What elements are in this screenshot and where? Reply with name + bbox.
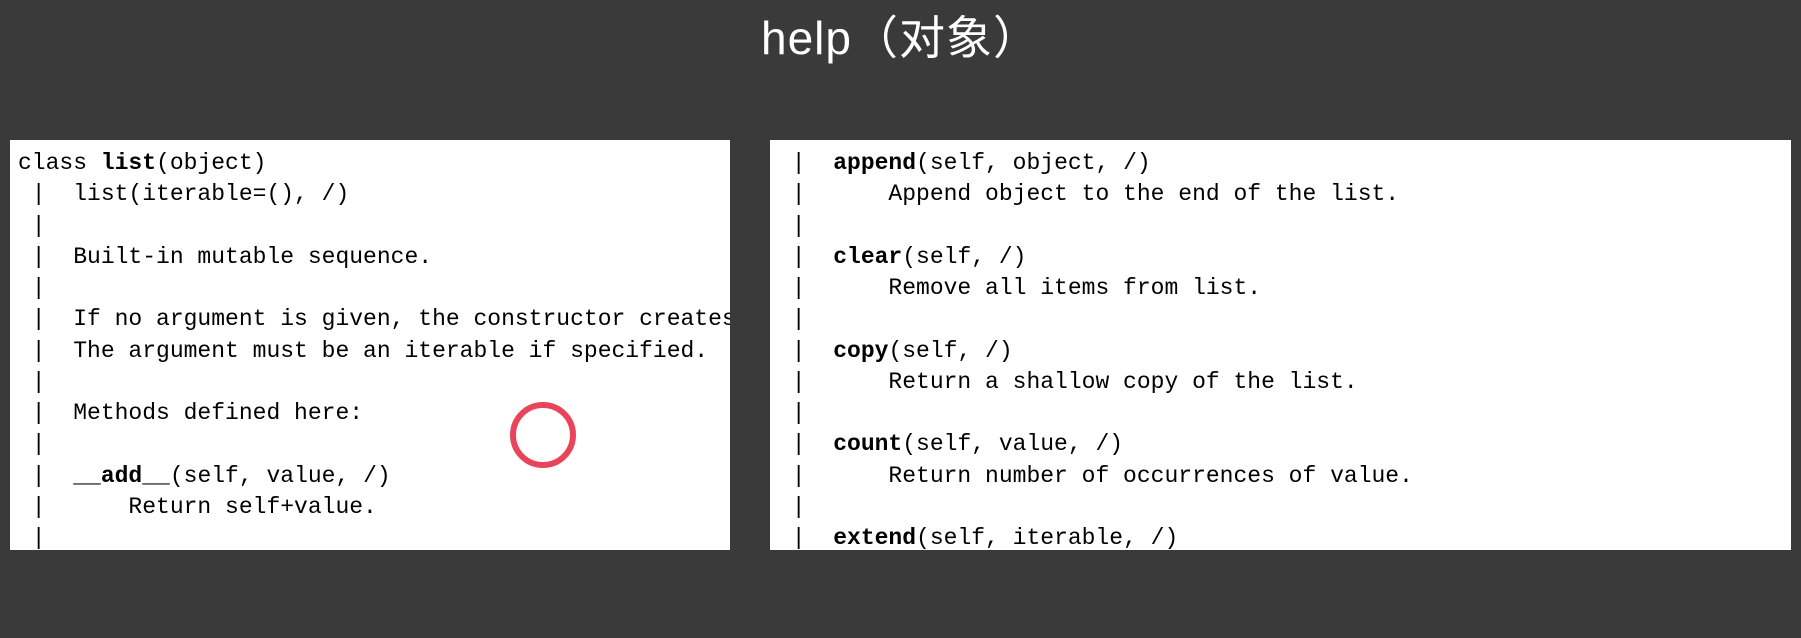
code-line: | bbox=[18, 275, 46, 301]
code-line: (self, value, /) bbox=[902, 431, 1123, 457]
slide-title: help（对象） bbox=[0, 0, 1801, 68]
code-line: | bbox=[778, 213, 806, 239]
code-line: (self, /) bbox=[902, 244, 1026, 270]
code-line: (self, object, /) bbox=[916, 150, 1151, 176]
code-line: | bbox=[778, 431, 833, 457]
code-line: | Return a shallow copy of the list. bbox=[778, 369, 1358, 395]
code-line: | Remove all items from list. bbox=[778, 275, 1261, 301]
code-keyword: list bbox=[101, 150, 156, 176]
code-line: | bbox=[18, 431, 46, 457]
code-line: (self, iterable, /) bbox=[916, 525, 1178, 550]
code-line: (self, value, /) bbox=[170, 463, 391, 489]
code-method: copy bbox=[833, 338, 888, 364]
code-line: | list(iterable=(), /) bbox=[18, 181, 349, 207]
code-line: | bbox=[778, 494, 806, 520]
code-line: | bbox=[778, 306, 806, 332]
code-line: (object) bbox=[156, 150, 266, 176]
code-line: | bbox=[18, 213, 46, 239]
code-line: | bbox=[778, 338, 833, 364]
help-output-left: class list(object) | list(iterable=(), /… bbox=[10, 140, 730, 550]
code-line: | bbox=[18, 463, 73, 489]
code-line: | bbox=[778, 400, 806, 426]
code-line: | Return self+value. bbox=[18, 494, 377, 520]
code-line: | bbox=[778, 150, 833, 176]
code-line: | Return number of occurrences of value. bbox=[778, 463, 1413, 489]
code-line: class bbox=[18, 150, 101, 176]
code-line: | bbox=[18, 525, 46, 550]
code-method: count bbox=[833, 431, 902, 457]
code-line: | bbox=[18, 369, 46, 395]
code-line: | Methods defined here: bbox=[18, 400, 363, 426]
code-line: | bbox=[778, 244, 833, 270]
code-line: | Built-in mutable sequence. bbox=[18, 244, 432, 270]
panels-container: class list(object) | list(iterable=(), /… bbox=[0, 140, 1801, 550]
code-line: (self, /) bbox=[888, 338, 1012, 364]
code-method: append bbox=[833, 150, 916, 176]
help-output-right: | append(self, object, /) | Append objec… bbox=[770, 140, 1791, 550]
code-line: | Append object to the end of the list. bbox=[778, 181, 1399, 207]
code-line: | bbox=[778, 525, 833, 550]
code-method: clear bbox=[833, 244, 902, 270]
code-method: extend bbox=[833, 525, 916, 550]
code-line: | The argument must be an iterable if sp… bbox=[18, 338, 708, 364]
code-method: __add__ bbox=[73, 463, 170, 489]
code-line: | If no argument is given, the construct… bbox=[18, 306, 730, 332]
